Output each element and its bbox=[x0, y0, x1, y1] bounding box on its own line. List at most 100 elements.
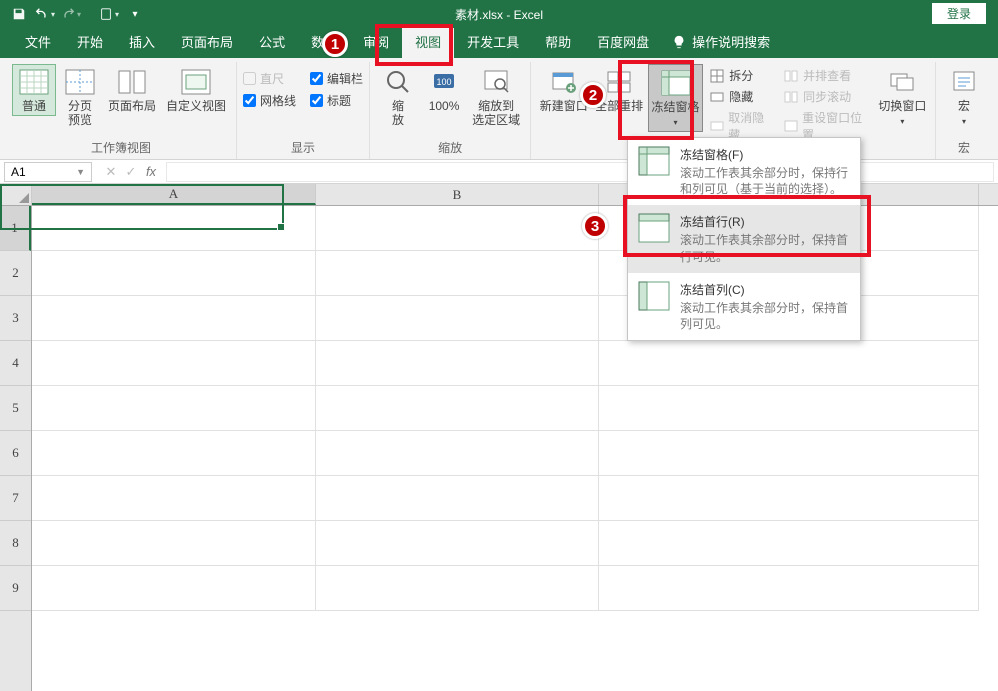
switch-windows-button[interactable]: 切换窗口▾ bbox=[876, 64, 929, 130]
cell[interactable] bbox=[32, 251, 316, 296]
tab-insert[interactable]: 插入 bbox=[116, 26, 168, 58]
cell[interactable] bbox=[599, 521, 979, 566]
row-header[interactable]: 8 bbox=[0, 521, 31, 566]
magnifier-icon bbox=[382, 66, 414, 98]
gridlines-checkbox[interactable]: 网格线 bbox=[243, 92, 296, 109]
save-icon[interactable] bbox=[8, 3, 30, 25]
cell[interactable] bbox=[599, 431, 979, 476]
cell[interactable] bbox=[32, 386, 316, 431]
quick-access-toolbar: ▾ bbox=[0, 3, 154, 25]
cancel-icon[interactable]: ✕ bbox=[102, 164, 120, 180]
cell[interactable] bbox=[316, 341, 599, 386]
freeze-top-row-item[interactable]: 冻结首行(R) 滚动工作表其余部分时，保持首行可见。 bbox=[628, 205, 860, 272]
zoom-selection-button[interactable]: 缩放到 选定区域 bbox=[468, 64, 524, 130]
cell[interactable] bbox=[316, 386, 599, 431]
cell[interactable] bbox=[316, 431, 599, 476]
fx-icon[interactable]: fx bbox=[142, 164, 160, 180]
tab-review[interactable]: 审阅 bbox=[350, 26, 402, 58]
formula-bar-checkbox[interactable]: 编辑栏 bbox=[310, 70, 363, 87]
custom-view-icon bbox=[180, 66, 212, 98]
hide-button[interactable]: 隐藏 bbox=[705, 87, 777, 106]
row-headers[interactable]: 123456789 bbox=[0, 206, 32, 691]
cell[interactable] bbox=[599, 476, 979, 521]
cell[interactable] bbox=[32, 431, 316, 476]
tab-developer[interactable]: 开发工具 bbox=[454, 26, 532, 58]
group-workbook-views: 普通 分页 预览 页面布局 自定义视图 工作簿视图 bbox=[6, 62, 237, 159]
cell[interactable] bbox=[599, 566, 979, 611]
page-break-view-button[interactable]: 分页 预览 bbox=[58, 64, 102, 130]
row-header[interactable]: 4 bbox=[0, 341, 31, 386]
row-header[interactable]: 2 bbox=[0, 251, 31, 296]
qat-customize-button[interactable]: ▾ bbox=[124, 3, 146, 25]
cell[interactable] bbox=[316, 296, 599, 341]
freeze-panes-icon bbox=[638, 146, 670, 178]
macros-button[interactable]: 宏▾ bbox=[942, 64, 986, 130]
tab-baidu[interactable]: 百度网盘 bbox=[584, 26, 662, 58]
freeze-icon bbox=[660, 67, 692, 99]
freeze-panes-button[interactable]: 冻结窗格▾ bbox=[648, 64, 703, 132]
login-button[interactable]: 登录 bbox=[932, 3, 986, 24]
tab-file[interactable]: 文件 bbox=[12, 26, 64, 58]
split-icon bbox=[709, 68, 725, 84]
tab-help[interactable]: 帮助 bbox=[532, 26, 584, 58]
cell[interactable] bbox=[32, 521, 316, 566]
ruler-checkbox[interactable]: 直尺 bbox=[243, 70, 296, 87]
cell[interactable] bbox=[599, 341, 979, 386]
tab-page-layout[interactable]: 页面布局 bbox=[168, 26, 246, 58]
unhide-icon bbox=[709, 118, 724, 134]
new-window-button[interactable]: 新建窗口 bbox=[537, 64, 590, 116]
sync-scroll-icon bbox=[783, 89, 799, 105]
zoom-100-button[interactable]: 100 100% bbox=[422, 64, 466, 116]
cell[interactable] bbox=[316, 206, 599, 251]
name-box[interactable]: A1▼ bbox=[4, 162, 92, 182]
tab-formulas[interactable]: 公式 bbox=[246, 26, 298, 58]
page-break-icon bbox=[64, 66, 96, 98]
row-header[interactable]: 5 bbox=[0, 386, 31, 431]
cell[interactable] bbox=[32, 296, 316, 341]
undo-button[interactable] bbox=[34, 3, 56, 25]
cell[interactable] bbox=[32, 476, 316, 521]
cell[interactable] bbox=[32, 566, 316, 611]
redo-button[interactable] bbox=[60, 3, 82, 25]
cell[interactable] bbox=[599, 386, 979, 431]
normal-view-button[interactable]: 普通 bbox=[12, 64, 56, 116]
chevron-down-icon: ▼ bbox=[76, 167, 85, 177]
row-header[interactable]: 3 bbox=[0, 296, 31, 341]
cell[interactable] bbox=[316, 476, 599, 521]
row-header[interactable]: 9 bbox=[0, 566, 31, 611]
row-header[interactable]: 1 bbox=[0, 206, 31, 251]
lightbulb-icon bbox=[672, 35, 686, 49]
tab-view[interactable]: 视图 bbox=[402, 26, 454, 58]
row-header[interactable]: 7 bbox=[0, 476, 31, 521]
tab-data[interactable]: 数据 bbox=[298, 26, 350, 58]
zoom-button[interactable]: 缩 放 bbox=[376, 64, 420, 130]
split-button[interactable]: 拆分 bbox=[705, 66, 777, 85]
page-layout-icon bbox=[116, 66, 148, 98]
tab-home[interactable]: 开始 bbox=[64, 26, 116, 58]
column-header[interactable]: B bbox=[316, 184, 599, 205]
row-header[interactable]: 6 bbox=[0, 431, 31, 476]
touch-mode-button[interactable] bbox=[98, 3, 120, 25]
arrange-all-button[interactable]: 全部重排 bbox=[592, 64, 645, 116]
page-layout-view-button[interactable]: 页面布局 bbox=[104, 64, 160, 116]
enter-icon[interactable]: ✓ bbox=[122, 164, 140, 180]
cell[interactable] bbox=[316, 566, 599, 611]
select-all-button[interactable] bbox=[0, 184, 32, 206]
document-title: 素材.xlsx - Excel bbox=[455, 6, 543, 23]
cell[interactable] bbox=[316, 521, 599, 566]
freeze-panes-item[interactable]: 冻结窗格(F) 滚动工作表其余部分时，保持行和列可见（基于当前的选择）。 bbox=[628, 138, 860, 205]
new-window-icon bbox=[548, 66, 580, 98]
formula-input[interactable] bbox=[166, 162, 994, 182]
custom-view-button[interactable]: 自定义视图 bbox=[162, 64, 230, 116]
switch-window-icon bbox=[886, 66, 918, 98]
tell-me-search[interactable]: 操作说明搜索 bbox=[662, 26, 780, 58]
freeze-top-row-icon bbox=[638, 213, 670, 245]
column-header[interactable]: A bbox=[32, 184, 316, 205]
cell[interactable] bbox=[316, 251, 599, 296]
cell[interactable] bbox=[32, 341, 316, 386]
cell[interactable] bbox=[32, 206, 316, 251]
group-show: 直尺 网格线 编辑栏 标题 显示 bbox=[237, 62, 370, 159]
headings-checkbox[interactable]: 标题 bbox=[310, 92, 363, 109]
zoom-selection-icon bbox=[480, 66, 512, 98]
freeze-first-column-item[interactable]: 冻结首列(C) 滚动工作表其余部分时，保持首列可见。 bbox=[628, 273, 860, 340]
